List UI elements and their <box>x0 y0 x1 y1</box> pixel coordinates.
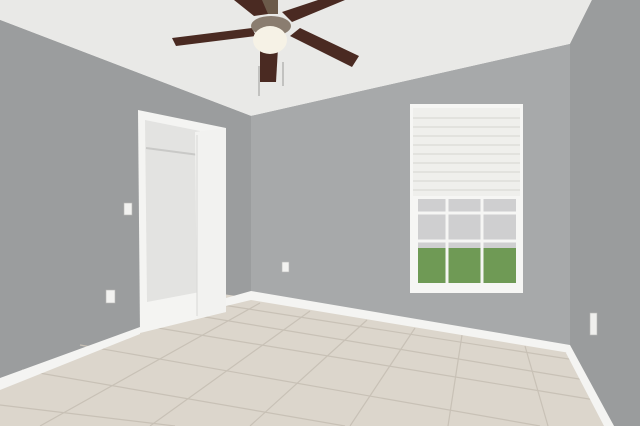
wall-outlet <box>105 289 116 304</box>
room-scene <box>0 0 640 426</box>
right-wall <box>570 0 640 426</box>
light-switch <box>123 202 133 216</box>
window-blinds <box>413 108 520 196</box>
wall-outlet <box>589 312 598 336</box>
greenery-outside <box>418 248 516 283</box>
fan-light <box>253 26 287 54</box>
closet-door <box>195 128 226 318</box>
closet-interior <box>145 120 200 302</box>
wall-outlet <box>281 261 290 273</box>
